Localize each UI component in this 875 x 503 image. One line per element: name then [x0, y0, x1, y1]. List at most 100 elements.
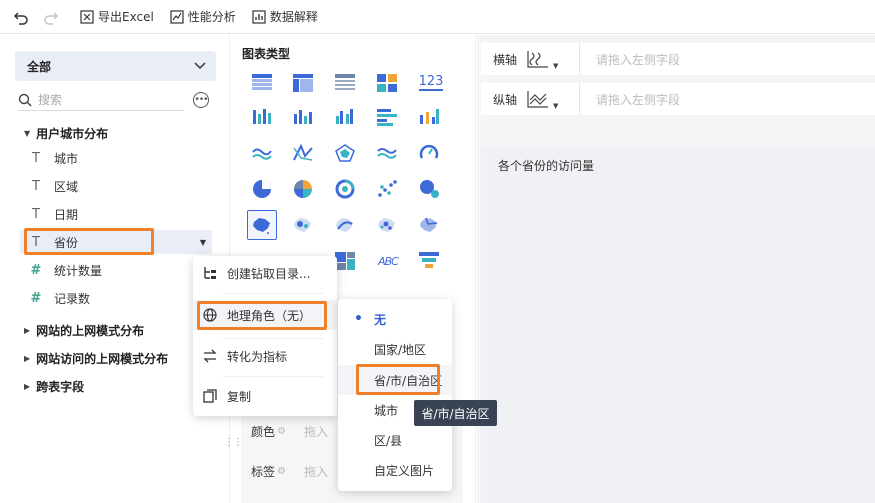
geo-option-none[interactable]: • 无: [338, 304, 452, 334]
pie-chart-icon[interactable]: [247, 174, 277, 204]
gauge-icon[interactable]: [414, 138, 444, 168]
text-type-icon: T: [32, 206, 40, 222]
chart-type-title: 图表类型: [242, 47, 291, 61]
geo-option-label: 城市: [374, 403, 399, 418]
mark-label-label: 标签: [251, 464, 276, 479]
export-excel-button[interactable]: 导出Excel: [80, 8, 154, 25]
search-input[interactable]: 搜索: [18, 89, 184, 111]
dataset-select[interactable]: 全部: [15, 51, 216, 81]
geo-option-country[interactable]: 国家/地区: [338, 334, 452, 364]
data-explain-label: 数据解释: [269, 10, 318, 24]
group-cross-table[interactable]: ▶ 跨表字段: [24, 376, 84, 396]
field-region[interactable]: T 区域: [28, 175, 78, 197]
rose-chart-icon[interactable]: [288, 174, 318, 204]
number-card-icon[interactable]: 123: [414, 68, 448, 98]
group-user-city[interactable]: ▼ 用户城市分布: [24, 123, 108, 143]
bar-chart-horizontal-icon[interactable]: [372, 102, 402, 132]
y-axis-hint: 请拖入左侧字段: [596, 92, 681, 107]
mark-label-hint: 拖入: [303, 464, 328, 479]
menu-create-drill[interactable]: 创建钻取目录...: [193, 258, 337, 288]
group-label: 跨表字段: [36, 379, 85, 394]
resize-handle-icon[interactable]: ⋮⋮: [224, 437, 243, 448]
region-map-icon[interactable]: [414, 210, 444, 240]
top-toolbar: 导出Excel 性能分析 数据解释: [0, 0, 875, 34]
x-axis-hint: 请拖入左侧字段: [596, 52, 681, 67]
performance-analysis-button[interactable]: 性能分析: [170, 8, 236, 25]
chart-line-icon: [170, 9, 184, 24]
x-axis-icon[interactable]: ▼: [519, 43, 579, 75]
menu-separator: [223, 376, 323, 377]
menu-separator: [223, 338, 323, 339]
group-label: 网站访问的上网模式分布: [36, 351, 169, 366]
area-chart-icon[interactable]: [372, 138, 402, 168]
y-axis-row[interactable]: 纵轴 ▼ 请拖入左侧字段: [481, 83, 875, 115]
detail-table-icon[interactable]: [330, 68, 360, 98]
field-count[interactable]: # 统计数量: [28, 259, 102, 281]
data-explain-button[interactable]: 数据解释: [252, 8, 318, 25]
column-chart-icon[interactable]: [288, 102, 318, 132]
menu-label: 创建钻取目录...: [227, 266, 311, 281]
group-site-mode[interactable]: ▶ 网站的上网模式分布: [24, 320, 144, 340]
chevron-down-icon: [194, 59, 206, 73]
search-icon: [18, 93, 32, 106]
export-excel-label: 导出Excel: [98, 10, 154, 24]
geo-option-label: 无: [374, 312, 387, 327]
field-city[interactable]: T 城市: [28, 147, 78, 169]
chart-canvas[interactable]: 各个省份的访问量: [481, 147, 875, 503]
mark-color-label: 颜色: [251, 424, 276, 439]
heat-map-icon[interactable]: [372, 210, 402, 240]
stacked-bar-icon[interactable]: [247, 102, 277, 132]
x-axis-label: 横轴: [493, 52, 518, 67]
menu-convert-metric[interactable]: 转化为指标: [193, 341, 337, 371]
field-menu-caret-icon[interactable]: ▼: [200, 238, 206, 247]
field-label: 日期: [54, 207, 79, 222]
funnel-chart-icon[interactable]: [414, 246, 444, 276]
group-label: 网站的上网模式分布: [36, 323, 145, 338]
undo-icon[interactable]: [12, 8, 30, 26]
field-label: 记录数: [54, 291, 91, 306]
geo-option-district[interactable]: 区/县: [338, 425, 452, 455]
menu-label: 转化为指标: [227, 349, 288, 364]
text-type-icon: T: [32, 150, 40, 166]
caret-right-icon: ▶: [24, 381, 31, 391]
grouped-column-icon[interactable]: [330, 102, 360, 132]
group-site-visit-mode[interactable]: ▶ 网站访问的上网模式分布: [24, 348, 168, 368]
flow-map-icon[interactable]: [330, 210, 360, 240]
bar-chart-icon: [252, 9, 266, 24]
y-axis-icon[interactable]: ▼: [519, 83, 579, 115]
tooltip: 省/市/自治区: [414, 400, 497, 426]
dataset-select-value: 全部: [27, 59, 52, 74]
line-chart-icon[interactable]: [247, 138, 277, 168]
combo-chart-icon[interactable]: [414, 102, 444, 132]
donut-chart-icon[interactable]: [330, 174, 360, 204]
map-chart-icon[interactable]: [247, 210, 277, 240]
scatter-chart-icon[interactable]: [372, 174, 402, 204]
x-axis-row[interactable]: 横轴 ▼ 请拖入左侧字段: [481, 43, 875, 75]
gear-icon: ⚙: [277, 465, 286, 477]
redo-icon[interactable]: [42, 8, 60, 26]
drill-tree-icon: [204, 267, 216, 279]
table-chart-icon[interactable]: [247, 68, 277, 98]
pivot-table-icon[interactable]: [288, 68, 318, 98]
menu-copy[interactable]: 复制: [193, 381, 337, 411]
caret-down-icon: ▼: [553, 62, 559, 70]
bubble-map-icon[interactable]: [288, 210, 318, 240]
number-card-text: 123: [418, 74, 444, 91]
highlight-box-field: [24, 228, 154, 255]
field-label: 统计数量: [54, 263, 103, 278]
field-record-count[interactable]: # 记录数: [28, 287, 90, 309]
swap-icon: [203, 349, 217, 363]
caret-down-icon: ▼: [24, 128, 31, 138]
copy-icon: [203, 389, 217, 403]
more-options-icon[interactable]: •••: [193, 92, 209, 108]
radar-chart-icon[interactable]: [330, 138, 360, 168]
geo-option-label: 自定义图片: [374, 463, 435, 478]
field-date[interactable]: T 日期: [28, 203, 78, 225]
geo-option-label: 国家/地区: [374, 342, 427, 357]
bubble-chart-icon[interactable]: [414, 174, 444, 204]
radar-line-icon[interactable]: [288, 138, 318, 168]
word-cloud-icon[interactable]: ABC: [372, 246, 404, 276]
geo-option-custom-image[interactable]: 自定义图片: [338, 455, 452, 485]
gear-icon: ⚙: [277, 425, 286, 437]
card-icon[interactable]: [372, 68, 402, 98]
